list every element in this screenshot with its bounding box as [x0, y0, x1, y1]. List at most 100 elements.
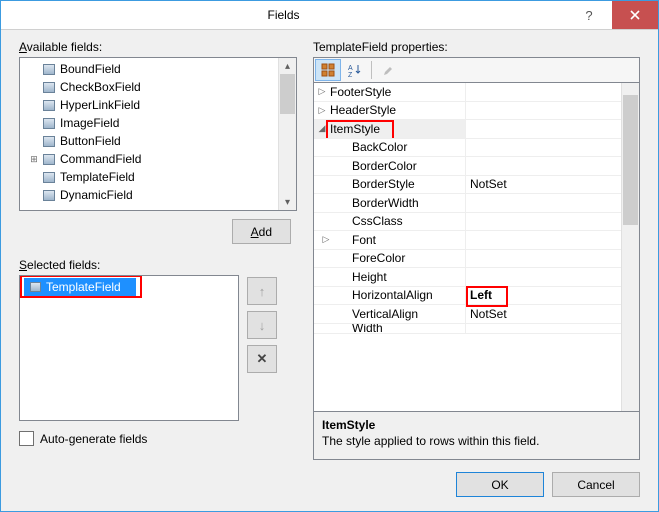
property-name: VerticalAlign — [352, 307, 418, 321]
add-button[interactable]: Add — [232, 219, 291, 244]
available-field-item[interactable]: HyperLinkField — [20, 96, 296, 114]
property-name: FooterStyle — [330, 85, 391, 99]
property-value[interactable] — [466, 324, 622, 333]
available-field-item[interactable]: CheckBoxField — [20, 78, 296, 96]
property-value[interactable] — [466, 83, 622, 101]
field-icon — [28, 281, 42, 293]
move-up-button[interactable]: ↑ — [247, 277, 277, 305]
ok-button[interactable]: OK — [456, 472, 544, 497]
property-value[interactable] — [466, 250, 622, 268]
property-description: ItemStyle The style applied to rows with… — [313, 412, 640, 460]
categorized-button[interactable] — [315, 59, 341, 81]
field-label: ButtonField — [60, 132, 121, 150]
property-row[interactable]: ◢ItemStyle — [314, 120, 622, 139]
property-description-title: ItemStyle — [322, 418, 631, 432]
alphabetical-button[interactable]: AZ — [343, 60, 367, 80]
property-value[interactable]: NotSet — [466, 176, 622, 194]
field-icon — [42, 153, 56, 165]
property-row[interactable]: Width — [314, 324, 622, 334]
property-row[interactable]: ▷HeaderStyle — [314, 102, 622, 121]
window-title: Fields — [1, 8, 566, 22]
available-field-item[interactable]: BoundField — [20, 60, 296, 78]
property-grid[interactable]: ▷FooterStyle▷HeaderStyle◢ItemStyleBackCo… — [313, 83, 640, 412]
field-label: CheckBoxField — [60, 78, 141, 96]
property-value[interactable] — [466, 213, 622, 231]
property-row[interactable]: BorderStyle NotSet — [314, 176, 622, 195]
property-value[interactable] — [466, 194, 622, 212]
field-icon — [42, 189, 56, 201]
property-row[interactable]: ▷ Font — [314, 231, 622, 250]
property-value[interactable] — [466, 231, 622, 249]
property-value[interactable] — [466, 157, 622, 175]
property-row[interactable]: BorderColor — [314, 157, 622, 176]
available-field-item[interactable]: ButtonField — [20, 132, 296, 150]
property-value[interactable] — [466, 268, 622, 286]
property-name: HeaderStyle — [330, 103, 396, 117]
selected-field-item[interactable]: TemplateField — [24, 278, 136, 296]
property-row[interactable]: ▷FooterStyle — [314, 83, 622, 102]
property-row[interactable]: HorizontalAlign Left — [314, 287, 622, 306]
arrow-up-icon: ↑ — [259, 284, 266, 299]
scroll-thumb[interactable] — [623, 95, 638, 225]
available-field-item[interactable]: DynamicField — [20, 186, 296, 204]
selected-fields-listbox[interactable]: TemplateField — [19, 275, 239, 421]
property-row[interactable]: VerticalAlign NotSet — [314, 305, 622, 324]
field-icon — [42, 63, 56, 75]
property-name: BackColor — [352, 140, 407, 154]
properties-label: TemplateField properties: — [313, 40, 640, 54]
scroll-thumb[interactable] — [280, 74, 295, 114]
property-pages-button[interactable] — [376, 60, 400, 80]
field-icon — [42, 135, 56, 147]
delete-icon: ✕ — [257, 351, 268, 367]
fields-dialog: Fields ? Available fields: BoundFieldChe… — [0, 0, 659, 512]
available-field-item[interactable]: TemplateField — [20, 168, 296, 186]
property-name: ForeColor — [352, 251, 405, 265]
field-icon — [42, 117, 56, 129]
property-value[interactable] — [466, 139, 622, 157]
field-label: ImageField — [60, 114, 119, 132]
field-label: HyperLinkField — [60, 96, 140, 114]
expand-icon: ⊞ — [28, 150, 40, 168]
delete-button[interactable]: ✕ — [247, 345, 277, 373]
property-value[interactable]: NotSet — [466, 305, 622, 323]
selected-fields-label: Selected fields: — [19, 258, 297, 272]
move-down-button[interactable]: ↓ — [247, 311, 277, 339]
property-row[interactable]: BackColor — [314, 139, 622, 158]
svg-text:A: A — [348, 65, 353, 72]
field-icon — [42, 81, 56, 93]
close-button[interactable] — [612, 1, 658, 29]
field-label: DynamicField — [60, 186, 133, 204]
auto-generate-fields-checkbox[interactable]: Auto-generate fields — [19, 431, 297, 446]
property-name: Font — [352, 233, 376, 247]
titlebar: Fields ? — [1, 1, 658, 30]
property-row[interactable]: CssClass — [314, 213, 622, 232]
field-icon — [42, 171, 56, 183]
close-icon — [630, 10, 640, 20]
available-field-item[interactable]: ⊞CommandField — [20, 150, 296, 168]
help-button[interactable]: ? — [566, 1, 612, 29]
scrollbar[interactable] — [621, 83, 639, 411]
property-row[interactable]: ForeColor — [314, 250, 622, 269]
property-value[interactable]: Left — [466, 287, 622, 305]
available-fields-listbox[interactable]: BoundFieldCheckBoxFieldHyperLinkFieldIma… — [19, 57, 297, 211]
cancel-button[interactable]: Cancel — [552, 472, 640, 497]
scroll-up-icon[interactable]: ▴ — [279, 58, 296, 74]
scrollbar[interactable]: ▴ ▾ — [278, 58, 296, 210]
expand-icon: ▷ — [316, 105, 328, 116]
property-value[interactable] — [466, 102, 622, 120]
property-name: BorderStyle — [352, 177, 415, 191]
property-row[interactable]: BorderWidth — [314, 194, 622, 213]
property-toolbar: AZ — [313, 57, 640, 83]
property-name: ItemStyle — [330, 122, 380, 136]
scroll-down-icon[interactable]: ▾ — [279, 194, 296, 210]
property-name: BorderWidth — [352, 196, 419, 210]
available-field-item[interactable]: ImageField — [20, 114, 296, 132]
property-name: CssClass — [352, 214, 403, 228]
property-name: HorizontalAlign — [352, 288, 433, 302]
checkbox-icon — [19, 431, 34, 446]
property-row[interactable]: Height — [314, 268, 622, 287]
property-value[interactable] — [466, 120, 622, 138]
property-pages-icon — [381, 63, 395, 77]
expand-icon: ▷ — [320, 234, 332, 245]
categorized-icon — [321, 63, 335, 77]
